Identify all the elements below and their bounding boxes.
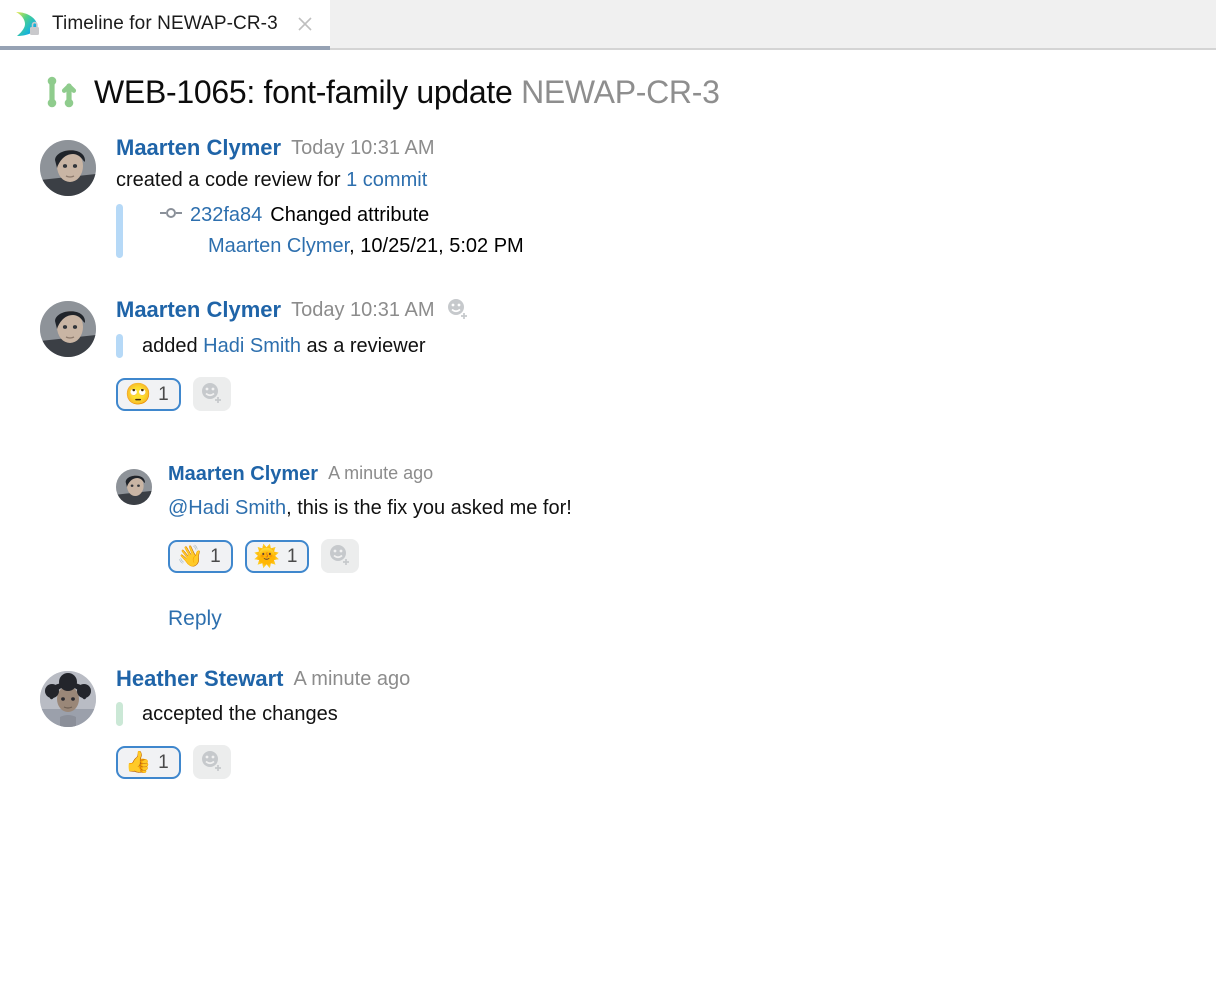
timeline-entry-created-review: Maarten Clymer Today 10:31 AM created a … <box>0 135 1216 261</box>
entry-rail <box>116 204 123 259</box>
reaction-count: 1 <box>286 545 298 567</box>
entry-author[interactable]: Maarten Clymer <box>116 297 281 322</box>
entry-meta: Maarten Clymer Today 10:31 AM <box>116 297 1216 323</box>
upsource-logo-icon <box>12 9 42 39</box>
add-reaction-button[interactable] <box>192 745 231 780</box>
comment-text: @Hadi Smith, this is the fix you asked m… <box>168 493 1216 523</box>
timeline-entry-reply-comment: Maarten Clymer A minute ago @Hadi Smith,… <box>0 463 1216 631</box>
commit-count-link[interactable]: 1 commit <box>346 169 427 191</box>
thumbs-up-icon: 👍 <box>125 750 152 774</box>
entry-author[interactable]: Heather Stewart <box>116 666 284 691</box>
reaction-count: 1 <box>158 751 169 773</box>
entry-body: Maarten Clymer A minute ago @Hadi Smith,… <box>152 463 1216 631</box>
mention-link[interactable]: @Hadi Smith <box>168 497 286 519</box>
branch-merge-icon <box>42 72 80 112</box>
entry-spacer <box>0 261 1216 297</box>
entry-spacer <box>0 631 1216 667</box>
timeline-entry-accepted: Heather Stewart A minute ago accepted th… <box>0 666 1216 780</box>
commit-message: Changed attribute <box>270 204 430 227</box>
commit-author-link[interactable]: Maarten Clymer <box>208 235 349 257</box>
timeline-entry-added-reviewer: Maarten Clymer Today 10:31 AM added Hadi… <box>0 297 1216 412</box>
reaction-count: 1 <box>158 383 169 405</box>
entry-timestamp: A minute ago <box>328 463 434 484</box>
page-title-summary: WEB-1065: font-family update <box>94 73 513 110</box>
entry-timestamp: Today 10:31 AM <box>291 137 435 160</box>
entry-action-text: accepted the changes <box>116 699 1216 729</box>
add-reaction-button[interactable] <box>321 539 360 574</box>
entry-spacer <box>0 411 1216 463</box>
face-with-rolling-eyes-icon: 🙄 <box>125 382 152 406</box>
entry-meta: Maarten Clymer A minute ago <box>168 463 1216 485</box>
add-reaction-button[interactable] <box>192 377 231 412</box>
tab-timeline[interactable]: Timeline for NEWAP-CR-3 <box>0 0 330 50</box>
entry-action-suffix: as a reviewer <box>300 335 426 358</box>
commit-block: 232fa84 Changed attribute Maarten Clymer… <box>116 201 1216 261</box>
reactions-bar: 🙄 1 <box>116 377 1216 412</box>
entry-action-body: accepted the changes <box>142 703 338 726</box>
commit-node-icon <box>160 200 182 219</box>
avatar[interactable] <box>40 671 96 728</box>
reply-button[interactable]: Reply <box>168 607 222 631</box>
entry-body: Maarten Clymer Today 10:31 AM added Hadi… <box>96 297 1216 412</box>
entry-action-text: created a code review for 1 commit <box>116 166 1216 195</box>
avatar[interactable] <box>40 140 96 196</box>
page-header: WEB-1065: font-family update NEWAP-CR-3 <box>0 50 1216 122</box>
reaction-chip[interactable]: 👍 1 <box>116 745 181 779</box>
reaction-chip[interactable]: 👋 1 <box>168 539 233 573</box>
commit-author-line: Maarten Clymer, 10/25/21, 5:02 PM <box>142 232 1216 261</box>
entry-rail <box>116 702 123 727</box>
reaction-chip[interactable]: 🌞 1 <box>244 539 310 573</box>
page-title: WEB-1065: font-family update NEWAP-CR-3 <box>94 74 720 111</box>
comment-body: , this is the fix you asked me for! <box>286 497 572 520</box>
entry-author[interactable]: Maarten Clymer <box>168 463 318 485</box>
entry-rail <box>116 334 123 359</box>
reactions-bar: 👍 1 <box>116 745 1216 780</box>
entry-action-prefix: added <box>142 335 204 358</box>
reaction-chip[interactable]: 🙄 1 <box>116 377 181 411</box>
avatar[interactable] <box>116 469 152 506</box>
entry-timestamp: Today 10:31 AM <box>291 299 435 322</box>
entry-meta: Maarten Clymer Today 10:31 AM <box>116 135 1216 160</box>
review-key: NEWAP-CR-3 <box>521 73 720 110</box>
reaction-count: 1 <box>210 545 221 567</box>
entry-body: Maarten Clymer Today 10:31 AM created a … <box>96 135 1216 261</box>
avatar[interactable] <box>40 301 96 358</box>
tab-strip: Timeline for NEWAP-CR-3 <box>0 0 1216 50</box>
entry-timestamp: A minute ago <box>293 668 411 691</box>
sun-with-face-icon: 🌞 <box>253 544 280 568</box>
tab-title: Timeline for NEWAP-CR-3 <box>52 13 278 34</box>
close-icon[interactable] <box>294 13 316 35</box>
waving-hand-icon: 👋 <box>177 544 204 568</box>
commit-date: , 10/25/21, 5:02 PM <box>349 235 524 258</box>
entry-meta: Heather Stewart A minute ago <box>116 666 1216 691</box>
entry-body: Heather Stewart A minute ago accepted th… <box>96 666 1216 780</box>
entry-action-text: added Hadi Smith as a reviewer <box>116 331 1216 361</box>
reviewer-link[interactable]: Hadi Smith <box>203 335 301 357</box>
entry-action-prefix: created a code review for <box>116 169 347 192</box>
entry-author[interactable]: Maarten Clymer <box>116 135 281 160</box>
commit-row: 232fa84 Changed attribute <box>142 201 1216 230</box>
reactions-bar: 👋 1 🌞 1 <box>168 539 1216 574</box>
timeline-list: Maarten Clymer Today 10:31 AM created a … <box>0 122 1216 780</box>
add-reaction-icon[interactable] <box>445 297 471 323</box>
commit-hash-link[interactable]: 232fa84 <box>190 201 262 230</box>
